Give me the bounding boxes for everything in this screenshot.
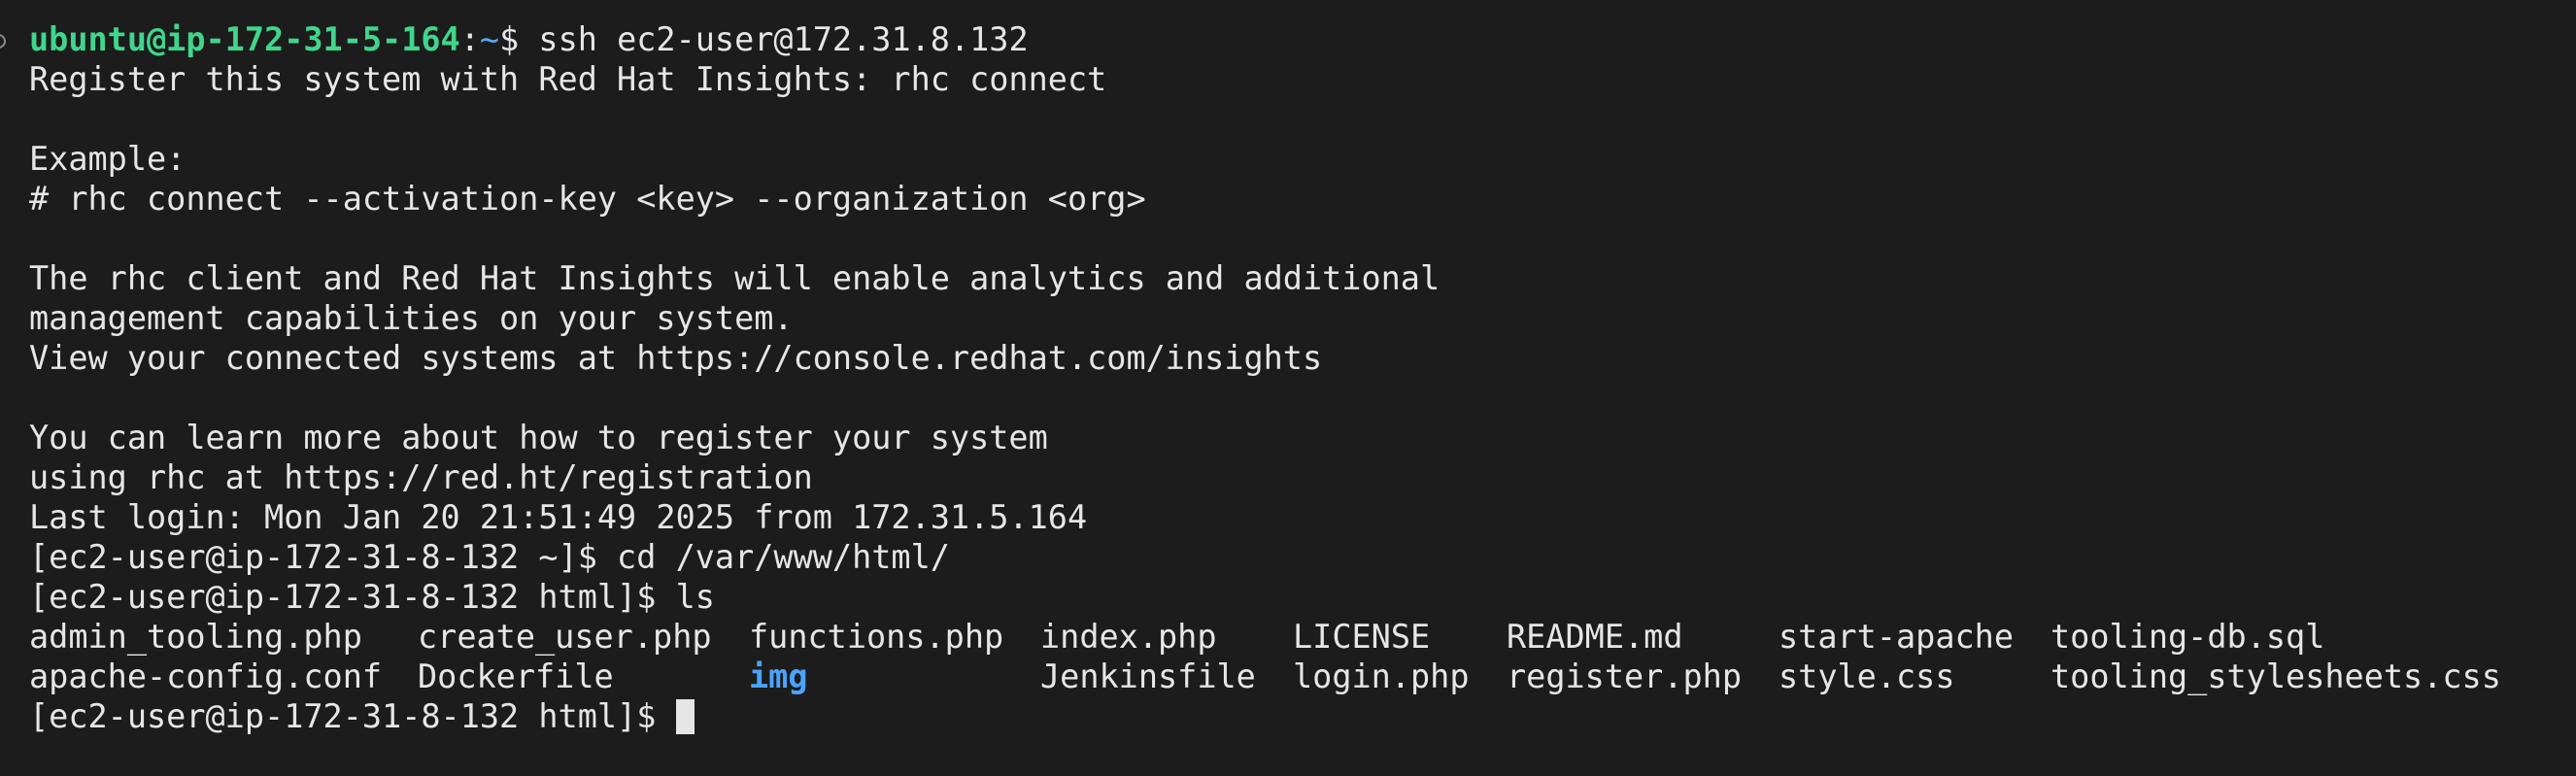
text-cursor[interactable] xyxy=(675,699,695,734)
directory-entry: img xyxy=(749,658,808,695)
ls-output-row: admin_tooling.php create_user.php functi… xyxy=(29,617,2576,657)
prompt-dollar: $ xyxy=(499,20,539,58)
file-entry: Dockerfile xyxy=(418,658,614,695)
file-entry: login.php xyxy=(1293,658,1470,695)
command-marker-icon xyxy=(0,34,6,49)
motd-line: management capabilities on your system. xyxy=(29,299,794,337)
ssh-command: ssh ec2-user@172.31.8.132 xyxy=(538,20,1029,58)
terminal-window[interactable]: ubuntu@ip-172-31-5-164:~$ ssh ec2-user@1… xyxy=(0,0,2576,776)
motd-line: using rhc at https://red.ht/registration xyxy=(29,458,813,496)
file-entry: create_user.php xyxy=(418,618,712,656)
ls-command-line: [ec2-user@ip-172-31-8-132 html]$ ls xyxy=(29,578,715,616)
cd-command-line: [ec2-user@ip-172-31-8-132 ~]$ cd /var/ww… xyxy=(29,538,950,576)
file-entry: functions.php xyxy=(749,618,1004,656)
file-entry: tooling_stylesheets.css xyxy=(2051,658,2501,695)
ls-output-row: apache-config.conf Dockerfile img Jenkin… xyxy=(29,657,2576,696)
motd-line xyxy=(29,99,2576,139)
current-prompt: [ec2-user@ip-172-31-8-132 html]$ xyxy=(29,697,676,735)
motd-line: You can learn more about how to register… xyxy=(29,419,1048,456)
file-entry: index.php xyxy=(1040,618,1217,656)
file-entry: start-apache xyxy=(1779,618,2015,656)
motd-line: The rhc client and Red Hat Insights will… xyxy=(29,259,1441,297)
motd-line: Register this system with Red Hat Insigh… xyxy=(29,60,1107,98)
current-prompt-line[interactable]: [ec2-user@ip-172-31-8-132 html]$ xyxy=(29,696,2576,736)
last-login-line: Last login: Mon Jan 20 21:51:49 2025 fro… xyxy=(29,498,1088,536)
motd-line: View your connected systems at https://c… xyxy=(29,339,1323,377)
motd-line xyxy=(29,378,2576,418)
motd-line: # rhc connect --activation-key <key> --o… xyxy=(29,180,1146,218)
file-entry: apache-config.conf xyxy=(29,658,383,695)
terminal-output: ubuntu@ip-172-31-5-164:~$ ssh ec2-user@1… xyxy=(29,19,2576,736)
prompt-colon: : xyxy=(459,20,480,58)
motd-line: Example: xyxy=(29,140,186,178)
file-entry: style.css xyxy=(1779,658,1955,695)
ssh-command-line: ubuntu@ip-172-31-5-164:~$ ssh ec2-user@1… xyxy=(29,19,2576,59)
file-entry: register.php xyxy=(1507,658,1743,695)
prompt-user-host: ubuntu@ip-172-31-5-164 xyxy=(29,20,460,58)
file-entry: tooling-db.sql xyxy=(2051,618,2325,656)
file-entry: LICENSE xyxy=(1293,618,1431,656)
prompt-path: ~ xyxy=(479,20,500,58)
file-entry: README.md xyxy=(1507,618,1683,656)
file-entry: admin_tooling.php xyxy=(29,618,362,656)
file-entry: Jenkinsfile xyxy=(1040,658,1256,695)
motd-line xyxy=(29,219,2576,258)
